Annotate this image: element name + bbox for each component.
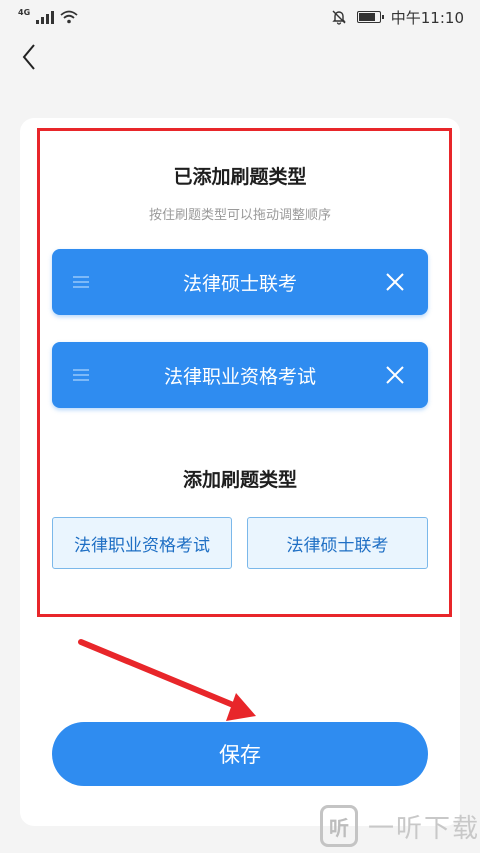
watermark-logo: 听 bbox=[320, 805, 358, 847]
save-button[interactable]: 保存 bbox=[52, 722, 428, 786]
watermark: 听 一听下载 bbox=[320, 803, 480, 849]
watermark-text: 一听下载 bbox=[368, 813, 480, 844]
